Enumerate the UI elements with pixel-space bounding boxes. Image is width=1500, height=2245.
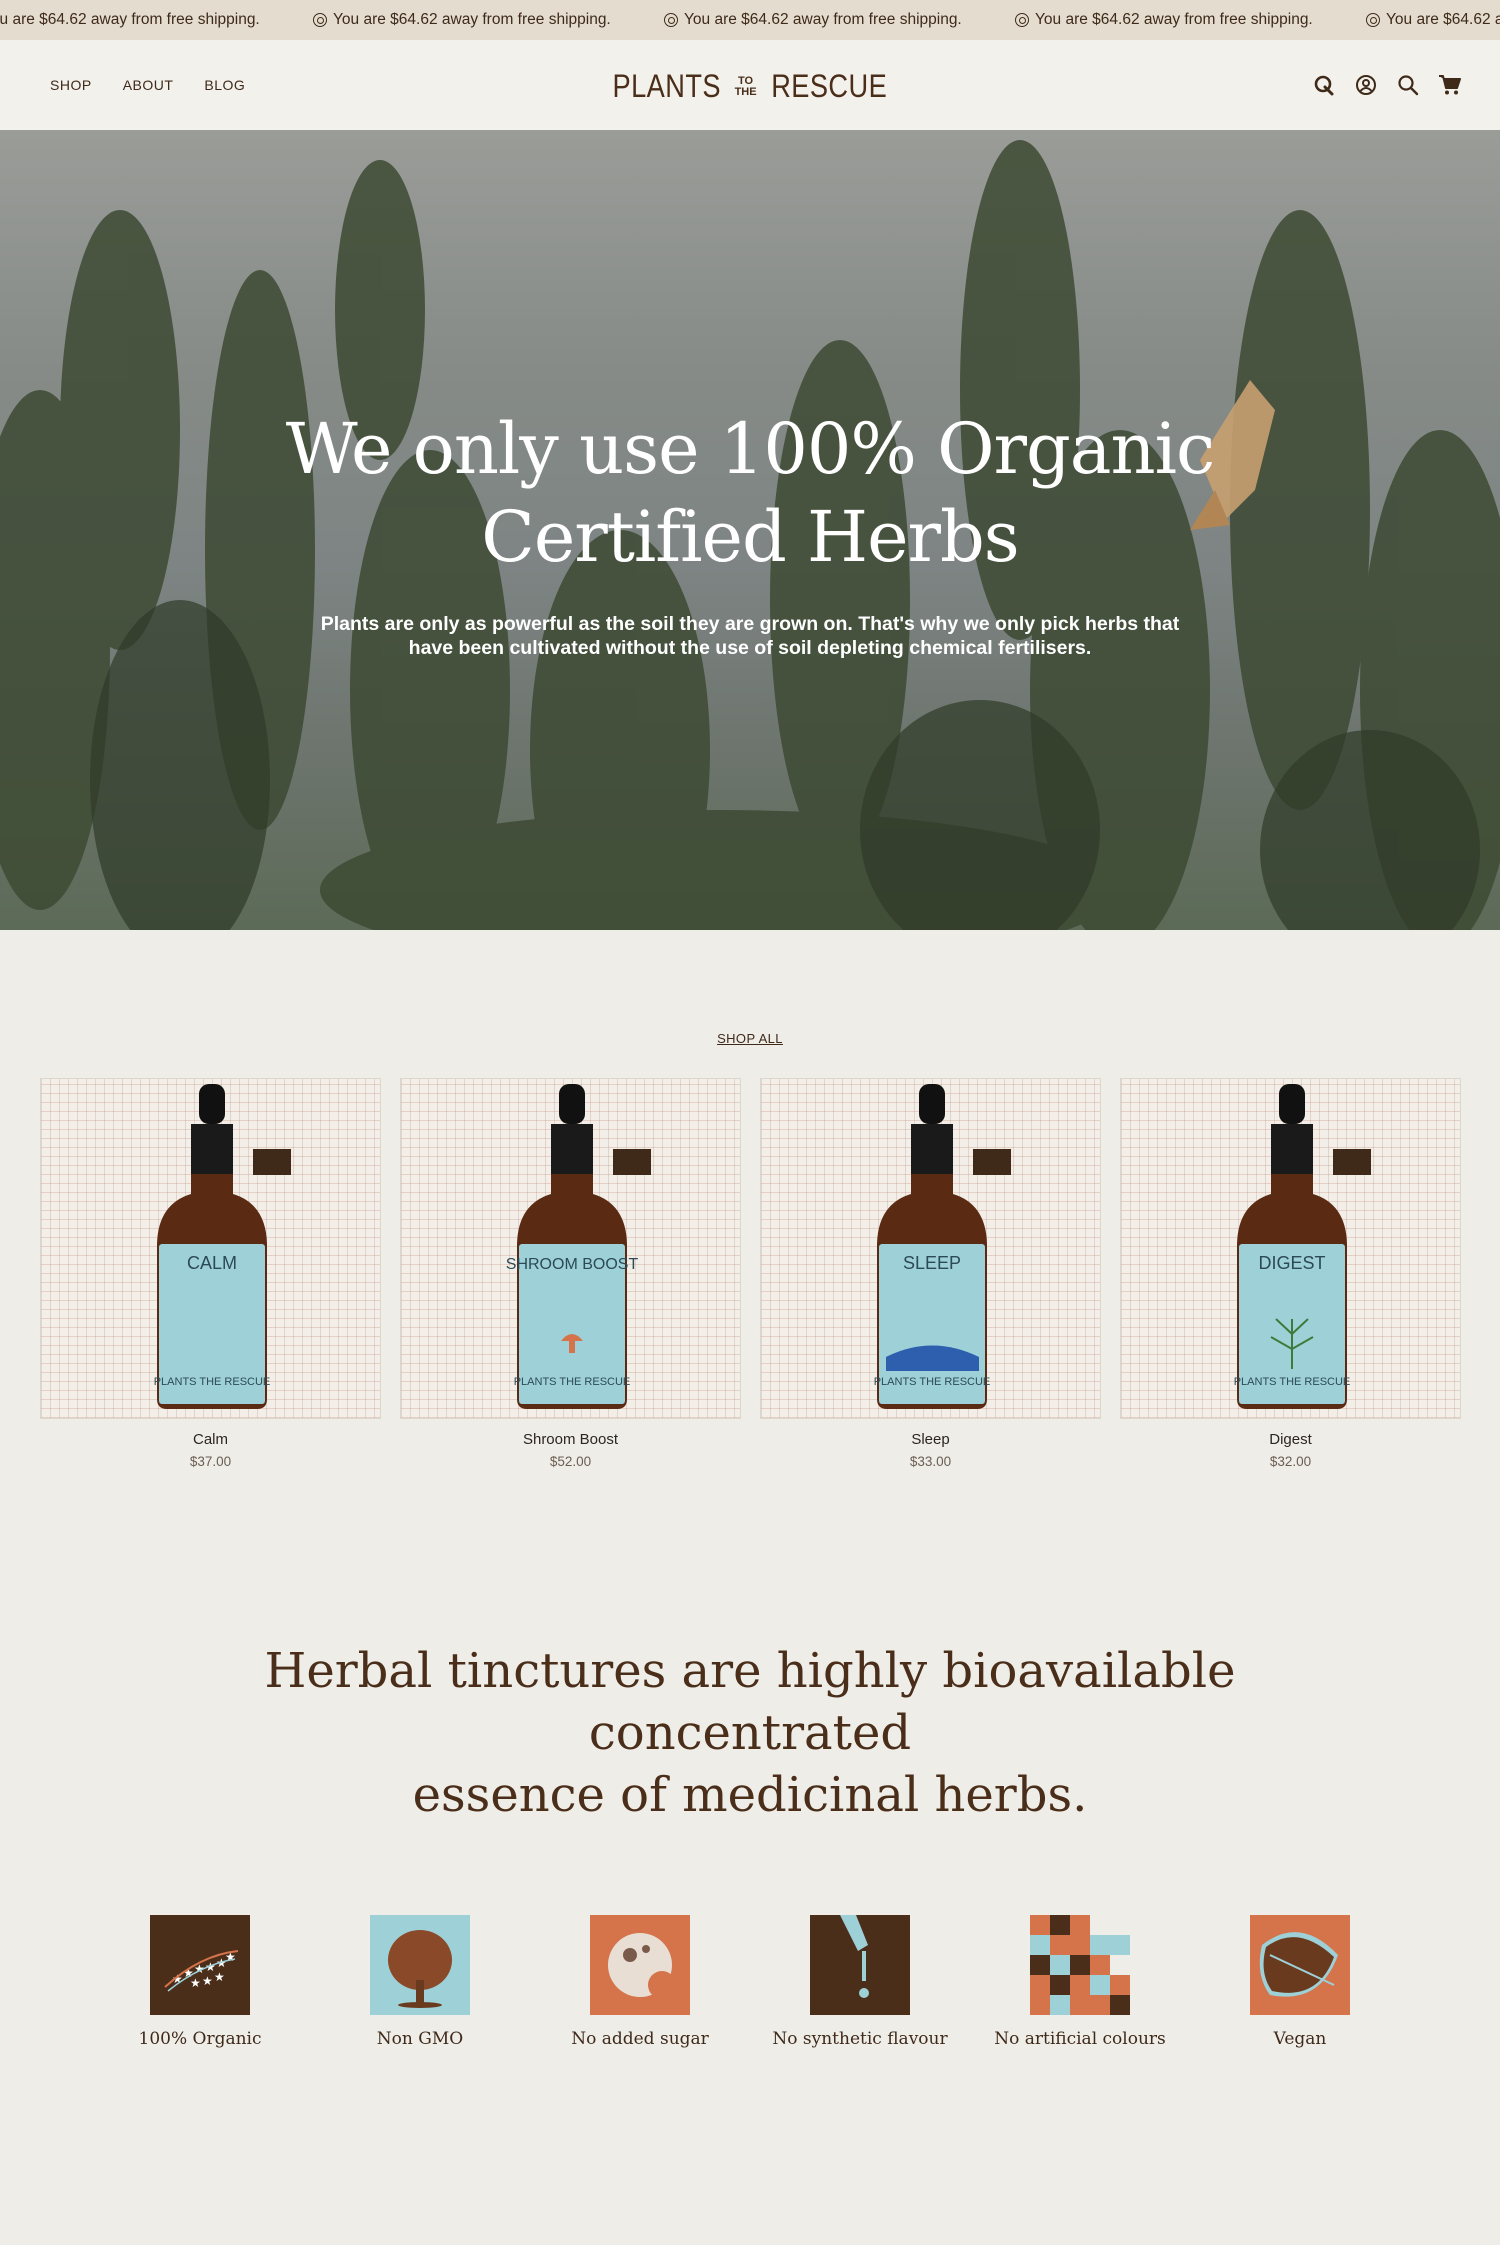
tagline-heading: Herbal tinctures are highly bioavailable… bbox=[100, 1640, 1400, 1826]
product-image[interactable]: DIGEST PLANTS THE RESCUE bbox=[1120, 1078, 1461, 1419]
announcement-item: You are $64.62 away from free shipping. bbox=[313, 11, 664, 29]
header-icons bbox=[1312, 40, 1462, 130]
tagline-line-2: essence of medicinal herbs. bbox=[412, 1767, 1088, 1823]
bottle-label-brand: PLANTS THE RESCUE bbox=[514, 1376, 631, 1388]
svg-text:★: ★ bbox=[202, 1974, 213, 1988]
eu-organic-stars-icon: ★ ★ ★ ★ ★ ★ ★ ★ ★ bbox=[150, 1915, 250, 2015]
svg-text:★: ★ bbox=[214, 1970, 225, 1984]
feature-label: No synthetic flavour bbox=[772, 2029, 948, 2049]
checker-pattern-icon bbox=[1030, 1915, 1130, 2015]
tincture-bottle-image: DIGEST PLANTS THE RESCUE bbox=[1234, 1084, 1371, 1409]
announcement-item: You are $64.62 away from free shipping. bbox=[0, 11, 260, 28]
announcement-track: You are $64.62 away from free shipping. … bbox=[0, 0, 1500, 40]
feature-non-gmo: Non GMO bbox=[310, 1915, 530, 2049]
shop-all-row: SHOP ALL bbox=[0, 1030, 1500, 1048]
site-logo[interactable]: PLANTS TO THE RESCUE bbox=[0, 68, 1500, 105]
bottle-label-title: DIGEST bbox=[1258, 1253, 1325, 1273]
feature-no-artificial-colours: No artificial colours bbox=[970, 1915, 1190, 2049]
product-card[interactable]: SHROOM BOOST PLANTS THE RESCUE Shroom Bo… bbox=[400, 1078, 741, 1469]
account-icon[interactable] bbox=[1354, 73, 1378, 97]
announcement-item: You are $64.62 away from free shipping. bbox=[664, 11, 1015, 29]
product-card[interactable]: SLEEP PLANTS THE RESCUE Sleep $33.00 bbox=[760, 1078, 1101, 1469]
logo-to: TO bbox=[738, 74, 754, 87]
product-price: $32.00 bbox=[1269, 1454, 1312, 1469]
bottle-label-brand: PLANTS THE RESCUE bbox=[154, 1376, 271, 1388]
dropper-icon bbox=[810, 1915, 910, 2015]
hero-title: We only use 100% Organic Certified Herbs bbox=[0, 405, 1500, 581]
product-card[interactable]: DIGEST PLANTS THE RESCUE Digest $32.00 bbox=[1120, 1078, 1461, 1469]
feature-label: Non GMO bbox=[376, 2029, 464, 2049]
bottle-label-brand: PLANTS THE RESCUE bbox=[874, 1376, 991, 1388]
quiz-icon[interactable] bbox=[1312, 73, 1336, 97]
hero-banner: We only use 100% Organic Certified Herbs… bbox=[0, 130, 1500, 930]
logo-the: THE bbox=[734, 85, 757, 98]
product-image[interactable]: SLEEP PLANTS THE RESCUE bbox=[760, 1078, 1101, 1419]
logo-word-plants: PLANTS bbox=[612, 68, 722, 104]
announcement-bar: You are $64.62 away from free shipping. … bbox=[0, 0, 1500, 40]
tincture-bottle-image: CALM PLANTS THE RESCUE bbox=[154, 1084, 291, 1409]
tincture-bottle-image: SLEEP PLANTS THE RESCUE bbox=[874, 1084, 1011, 1409]
tree-icon bbox=[370, 1915, 470, 2015]
feature-label: No artificial colours bbox=[994, 2029, 1166, 2049]
feature-label: Vegan bbox=[1273, 2029, 1327, 2049]
product-name[interactable]: Digest bbox=[1120, 1431, 1461, 1448]
product-price: $33.00 bbox=[909, 1454, 952, 1469]
announcement-item: You are $64.62 away from free shipping. bbox=[1366, 11, 1500, 29]
feature-organic: ★ ★ ★ ★ ★ ★ ★ ★ ★ 100% Organic bbox=[90, 1915, 310, 2049]
bottle-label-title: SLEEP bbox=[903, 1253, 961, 1273]
tagline-line-1: Herbal tinctures are highly bioavailable… bbox=[264, 1643, 1236, 1761]
bottle-label-brand: PLANTS THE RESCUE bbox=[1234, 1376, 1351, 1388]
hero-subtitle: Plants are only as powerful as the soil … bbox=[320, 613, 1180, 659]
product-price: $52.00 bbox=[549, 1454, 592, 1469]
shop-all-link[interactable]: SHOP ALL bbox=[717, 1031, 783, 1046]
site-header: SHOP ABOUT BLOG PLANTS TO THE RESCUE bbox=[0, 40, 1500, 130]
feature-label: No added sugar bbox=[571, 2029, 709, 2049]
product-name[interactable]: Calm bbox=[40, 1431, 381, 1448]
gift-icon bbox=[664, 13, 678, 27]
product-name[interactable]: Shroom Boost bbox=[400, 1431, 741, 1448]
cart-icon[interactable] bbox=[1438, 73, 1462, 97]
leaf-icon bbox=[1250, 1915, 1350, 2015]
product-image[interactable]: SHROOM BOOST PLANTS THE RESCUE bbox=[400, 1078, 741, 1419]
bottle-label-title: SHROOM BOOST bbox=[506, 1256, 639, 1273]
bottle-label-title: CALM bbox=[187, 1253, 237, 1273]
product-card[interactable]: CALM PLANTS THE RESCUE Calm $37.00 bbox=[40, 1078, 381, 1469]
product-name[interactable]: Sleep bbox=[760, 1431, 1101, 1448]
hero-title-line-2: Certified Herbs bbox=[481, 496, 1019, 578]
tincture-bottle-image: SHROOM BOOST PLANTS THE RESCUE bbox=[506, 1084, 651, 1409]
gift-icon bbox=[313, 13, 327, 27]
hero-title-line-1: We only use 100% Organic bbox=[285, 408, 1215, 490]
svg-text:★: ★ bbox=[190, 1976, 201, 1990]
product-image[interactable]: CALM PLANTS THE RESCUE bbox=[40, 1078, 381, 1419]
gift-icon bbox=[1015, 13, 1029, 27]
gift-icon bbox=[1366, 13, 1380, 27]
feature-no-synthetic-flavour: No synthetic flavour bbox=[750, 1915, 970, 2049]
feature-no-sugar: No added sugar bbox=[530, 1915, 750, 2049]
logo-to-the: TO THE bbox=[734, 74, 757, 98]
announcement-item: You are $64.62 away from free shipping. bbox=[1015, 11, 1366, 29]
logo-word-rescue: RESCUE bbox=[770, 68, 887, 104]
feature-label: 100% Organic bbox=[138, 2029, 262, 2049]
cookie-icon bbox=[590, 1915, 690, 2015]
feature-vegan: Vegan bbox=[1190, 1915, 1410, 2049]
search-icon[interactable] bbox=[1396, 73, 1420, 97]
product-price: $37.00 bbox=[189, 1454, 232, 1469]
